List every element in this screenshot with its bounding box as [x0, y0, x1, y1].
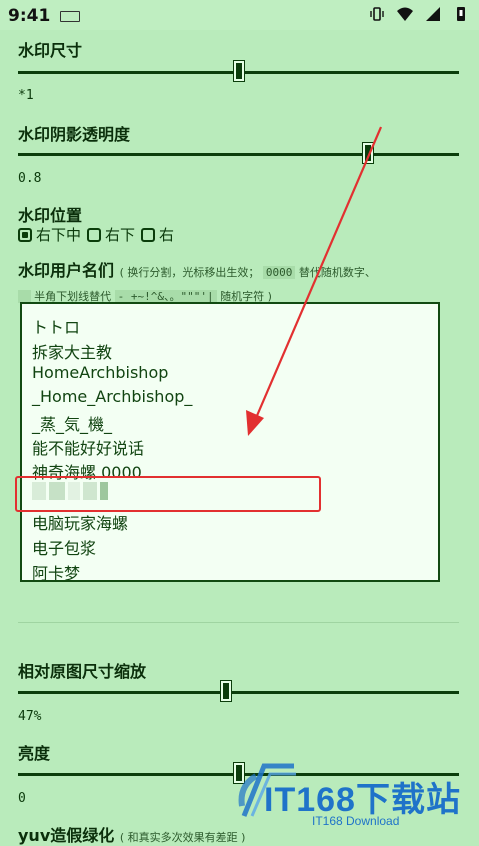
scale-slider[interactable]	[18, 680, 459, 703]
site-watermark: IT168下载站 IT168 Download	[234, 752, 474, 832]
yuv-hint: ( 和真实多次效果有差距 )	[119, 831, 246, 844]
scale-value: 47%	[18, 709, 42, 724]
brightness-value: 0	[18, 791, 26, 806]
section-divider	[18, 622, 459, 623]
scale-slider-track	[18, 691, 459, 694]
yuv-title: yuv造假绿化	[18, 826, 115, 845]
scale-slider-thumb[interactable]	[220, 680, 232, 702]
brightness-title: 亮度	[18, 744, 51, 763]
site-subtitle: IT168 Download	[312, 814, 400, 828]
annotation-arrow-icon	[246, 126, 383, 436]
yuv-title-row: yuv造假绿化 ( 和真实多次效果有差距 )	[18, 822, 245, 846]
scale-title: 相对原图尺寸缩放	[18, 662, 147, 681]
